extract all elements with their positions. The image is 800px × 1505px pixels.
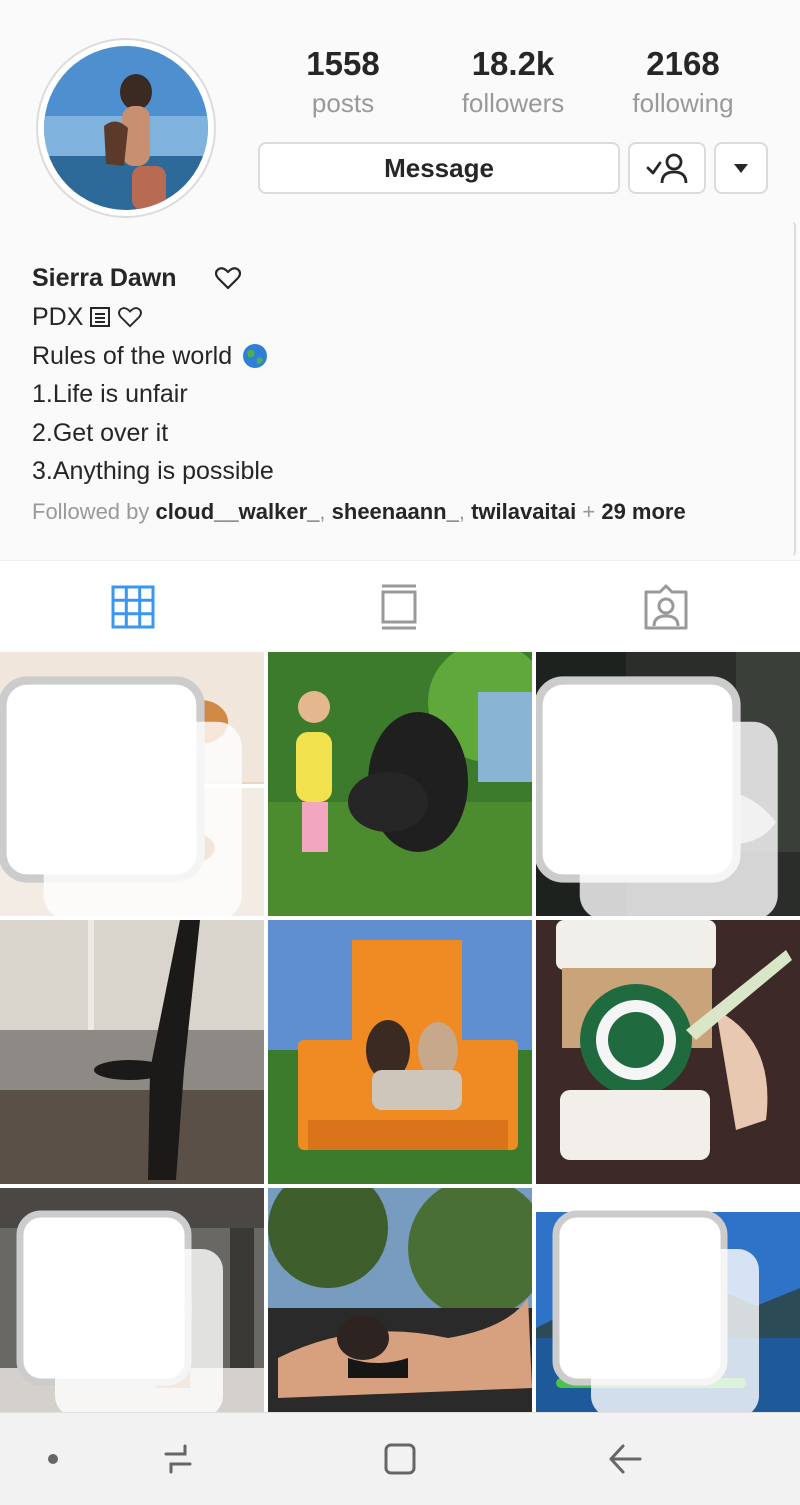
post-image <box>536 920 800 1184</box>
message-button[interactable]: Message <box>258 142 620 194</box>
followed-by-prefix: Followed by <box>32 498 150 524</box>
followers-stat[interactable]: 18.2k followers <box>438 44 588 120</box>
multiple-photos-icon <box>0 676 242 916</box>
profile-bio: Sierra Dawn PDX Rules of the world 1.Lif… <box>32 258 772 527</box>
bio-line-1: 1.Life is unfair <box>32 380 188 408</box>
home-icon <box>384 1443 416 1475</box>
notebook-icon <box>90 307 111 328</box>
posts-stat: 1558 posts <box>268 44 418 120</box>
posts-label: posts <box>311 88 375 118</box>
profile-avatar[interactable] <box>36 38 216 218</box>
feed-icon <box>381 584 417 630</box>
post-thumbnail[interactable] <box>536 652 800 916</box>
post-thumbnail[interactable] <box>268 920 532 1184</box>
post-image <box>268 652 532 916</box>
following-count: 2168 <box>646 45 720 82</box>
following-label: following <box>632 88 734 118</box>
user-check-icon <box>646 153 688 184</box>
tab-grid[interactable] <box>103 581 163 633</box>
profile-name: Sierra Dawn <box>32 263 177 292</box>
separator: , <box>319 498 326 524</box>
plus-sign: + <box>582 498 596 524</box>
edge-panel-handle[interactable] <box>792 222 796 556</box>
avatar-image <box>44 46 208 210</box>
post-thumbnail[interactable] <box>536 1188 800 1412</box>
post-image <box>268 1188 532 1412</box>
followers-count: 18.2k <box>471 45 555 82</box>
home-button[interactable] <box>375 1437 425 1481</box>
more-options-button[interactable] <box>714 142 768 194</box>
bio-line-rules: Rules of the world <box>32 337 772 376</box>
back-icon <box>609 1444 642 1474</box>
follower-link-1[interactable]: cloud__walker_ <box>156 499 320 524</box>
multiple-photos-icon <box>536 676 778 916</box>
post-thumbnail[interactable] <box>0 1188 264 1412</box>
bio-location: PDX <box>32 303 84 331</box>
chevron-down-icon <box>734 164 748 173</box>
nav-dot-button[interactable] <box>28 1437 78 1481</box>
bio-line-3: 3.Anything is possible <box>32 457 274 485</box>
post-thumbnail[interactable] <box>268 1188 532 1412</box>
post-thumbnail[interactable] <box>0 652 264 916</box>
separator: , <box>458 498 465 524</box>
bio-rules-text: Rules of the world <box>32 341 233 370</box>
post-thumbnail[interactable] <box>0 920 264 1184</box>
globe-icon <box>243 343 268 368</box>
grid-icon <box>111 585 155 629</box>
followed-by-line[interactable]: Followed by cloud__walker_, sheenaann_, … <box>32 497 772 527</box>
bio-location-line: PDX <box>32 298 772 337</box>
recent-apps-button[interactable] <box>153 1437 203 1481</box>
heart-icon <box>214 266 241 290</box>
posts-count: 1558 <box>306 45 380 82</box>
post-thumbnail[interactable] <box>536 920 800 1184</box>
follower-link-2[interactable]: sheenaann_ <box>332 499 459 524</box>
tagged-user-icon <box>644 584 688 630</box>
post-image <box>0 920 264 1184</box>
dot-icon <box>48 1454 58 1464</box>
post-image <box>268 920 532 1184</box>
followers-label: followers <box>461 88 565 118</box>
back-button[interactable] <box>600 1437 650 1481</box>
follower-link-3[interactable]: twilavaitai <box>471 499 576 524</box>
system-navigation-bar <box>0 1412 800 1505</box>
bio-line-2: 2.Get over it <box>32 418 169 447</box>
profile-header: 1558 posts 18.2k followers 2168 followin… <box>0 0 800 560</box>
tab-tagged[interactable] <box>636 581 696 633</box>
recent-apps-icon <box>164 1444 192 1474</box>
heart-outline-icon <box>118 307 143 328</box>
multiple-photos-icon <box>552 1210 759 1412</box>
following-button[interactable] <box>628 142 706 194</box>
post-thumbnail[interactable] <box>268 652 532 916</box>
tab-feed[interactable] <box>369 581 429 633</box>
photo-grid <box>0 652 800 1412</box>
multiple-photos-icon <box>16 1210 223 1412</box>
following-stat[interactable]: 2168 following <box>608 44 758 120</box>
more-followers-link[interactable]: 29 more <box>601 499 685 524</box>
profile-tabs <box>0 560 800 650</box>
